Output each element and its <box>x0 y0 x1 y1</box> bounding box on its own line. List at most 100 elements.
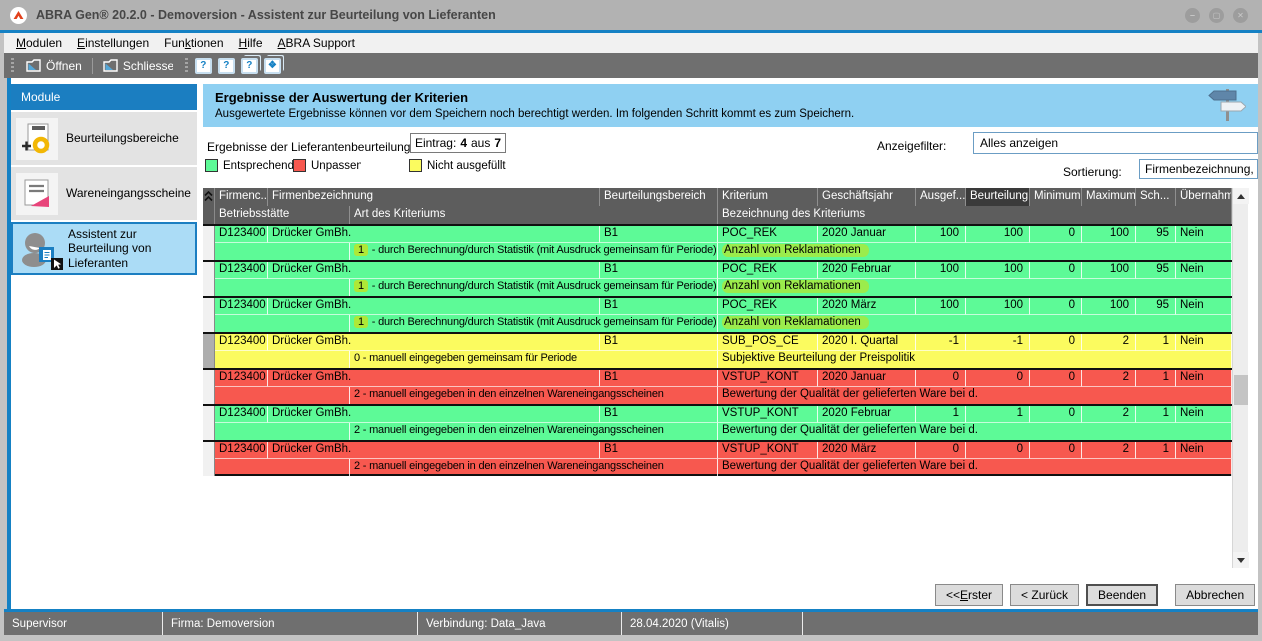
cell-art-des-kriteriums: 2 - manuell eingegeben in den einzelnen … <box>350 387 718 404</box>
abbrechen-button[interactable]: Abbrechen <box>1175 584 1255 606</box>
column-header-kriterium[interactable]: Kriterium <box>718 188 818 206</box>
column-header-ausgef[interactable]: Ausgef... <box>916 188 966 206</box>
column-header-beurteilung[interactable]: Beurteilung <box>966 188 1030 206</box>
cell-betriebsstaette <box>215 351 350 368</box>
column-header-geschäftsjahr[interactable]: Geschäftsjahr <box>818 188 916 206</box>
column-header-art-des-kriteriums[interactable]: Art des Kriteriums <box>350 206 718 224</box>
open-button-label: Öffnen <box>46 59 82 73</box>
table-row[interactable]: D123400Drücker GmBh.B1SUB_POS_CE2020 I. … <box>203 332 1248 368</box>
cell-beurteilung: 0 <box>966 370 1030 387</box>
column-header-betriebsstätte[interactable]: Betriebsstätte <box>215 206 350 224</box>
cell-maximum: 2 <box>1082 370 1136 387</box>
cell-maximum: 100 <box>1082 262 1136 279</box>
cell-betriebsstaette <box>215 243 350 260</box>
sidebar-item-assistent-zur-beurteilung-von-lieferanten[interactable]: Assistent zur Beurteilung von Lieferante… <box>11 222 197 275</box>
toolbar-drag-handle[interactable] <box>11 58 14 74</box>
help-bubble-icon[interactable]: ? <box>195 58 212 74</box>
about-pages-icon[interactable]: ❖ <box>264 58 281 74</box>
help-pages-icon[interactable]: ? <box>241 58 258 74</box>
sort-select[interactable]: Firmenbezeichnung, Ge <box>1139 159 1258 179</box>
column-header-sch[interactable]: Sch... <box>1136 188 1176 206</box>
menu-item-funktionen[interactable]: Funktionen <box>164 36 223 50</box>
maximize-icon[interactable] <box>1209 8 1224 23</box>
cell-kriterium: VSTUP_KONT <box>718 370 818 387</box>
close-module-button[interactable]: Schliessen <box>98 57 178 75</box>
column-header-firmenc[interactable]: Firmenc... <box>215 188 268 206</box>
sidebar-item-beurteilungsbereiche[interactable]: Beurteilungsbereiche <box>11 112 197 165</box>
column-header-beurteilungsbereich[interactable]: Beurteilungsbereich <box>600 188 718 206</box>
column-header-minimum[interactable]: Minimum <box>1030 188 1082 206</box>
beenden-button[interactable]: Beenden <box>1086 584 1158 606</box>
erster-button[interactable]: << Erster <box>935 584 1003 606</box>
close-icon[interactable] <box>1233 8 1248 23</box>
row-marker <box>203 442 215 476</box>
cell-firmencode: D123400 <box>215 442 268 459</box>
table-row[interactable]: D123400Drücker GmBh.B1VSTUP_KONT2020 Feb… <box>203 404 1248 440</box>
row-marker <box>203 334 215 368</box>
menu-item-modulen[interactable]: Modulen <box>16 36 62 50</box>
zurück-button[interactable]: < Zurück <box>1010 584 1079 606</box>
table-row[interactable]: D123400Drücker GmBh.B1POC_REK2020 Januar… <box>203 224 1248 260</box>
help-icon-group: ??? ❖ <box>195 58 281 74</box>
cell-beurteilungsbereich: B1 <box>600 226 718 243</box>
column-header-bezeichnung-des-kriteriums[interactable]: Bezeichnung des Kriteriums <box>718 206 1232 224</box>
menu-item-abra-support[interactable]: ABRA Support <box>278 36 355 50</box>
highlighter-annotation: 1 <box>354 316 368 328</box>
cell-schwelle: 95 <box>1136 298 1176 315</box>
cell-maximum: 100 <box>1082 226 1136 243</box>
collapse-all-icon[interactable] <box>203 188 215 224</box>
cell-ausgefuellt: 100 <box>916 262 966 279</box>
column-header-maximum[interactable]: Maximum <box>1082 188 1136 206</box>
scrollbar-thumb[interactable] <box>1234 375 1248 405</box>
menu-item-hilfe[interactable]: Hilfe <box>239 36 263 50</box>
folder-open-icon <box>26 59 41 72</box>
minimize-icon[interactable] <box>1185 8 1200 23</box>
toolbar-drag-handle[interactable] <box>185 58 188 74</box>
legend: EntsprechendUnpassendNicht ausgefüllt <box>205 158 506 173</box>
row-marker <box>203 298 215 332</box>
help-box-icon[interactable]: ? <box>218 58 235 74</box>
titlebar: ABRA Gen® 20.2.0 - Demoversion - Assiste… <box>0 0 1262 30</box>
cell-beurteilung: 100 <box>966 262 1030 279</box>
cell-uebernahme: Nein <box>1176 370 1232 387</box>
cell-betriebsstaette <box>215 459 350 476</box>
column-header-firmenbezeichnung[interactable]: Firmenbezeichnung <box>268 188 600 206</box>
sidebar-item-wareneingangsscheine[interactable]: Wareneingangsscheine <box>11 167 197 220</box>
cell-ausgefuellt: 0 <box>916 370 966 387</box>
cell-firmencode: D123400 <box>215 334 268 351</box>
table-row[interactable]: D123400Drücker GmBh.B1VSTUP_KONT2020 Mär… <box>203 440 1248 476</box>
table-row[interactable]: D123400Drücker GmBh.B1POC_REK2020 Februa… <box>203 260 1248 296</box>
cell-maximum: 100 <box>1082 298 1136 315</box>
scroll-down-icon[interactable] <box>1233 552 1249 568</box>
entry-total: 7 <box>494 136 501 150</box>
cell-art-des-kriteriums: 2 - manuell eingegeben in den einzelnen … <box>350 423 718 440</box>
legend-item-unpassend: Unpassend <box>293 159 409 172</box>
sidebar-item-label: Assistent zur Beurteilung von Lieferante… <box>68 227 190 270</box>
cell-geschaeftsjahr: 2020 März <box>818 442 916 459</box>
open-button[interactable]: Öffnen <box>21 57 87 75</box>
entry-prefix: Eintrag: <box>415 136 456 150</box>
display-filter-select[interactable]: Alles anzeigen <box>973 132 1258 154</box>
scroll-up-icon[interactable] <box>1233 188 1249 204</box>
cell-maximum: 2 <box>1082 334 1136 351</box>
cell-beurteilungsbereich: B1 <box>600 298 718 315</box>
cell-ausgefuellt: 100 <box>916 298 966 315</box>
wizard-header: Ergebnisse der Auswertung der Kriterien … <box>203 84 1258 127</box>
cell-bezeichnung-des-kriteriums: Anzahl von Reklamationen <box>718 243 1232 260</box>
cursor-arrow-icon <box>51 258 63 273</box>
abra-logo-icon <box>10 7 27 24</box>
cell-bezeichnung-des-kriteriums: Bewertung der Qualität der gelieferten W… <box>718 387 1232 404</box>
table-row[interactable]: D123400Drücker GmBh.B1POC_REK2020 März10… <box>203 296 1248 332</box>
cell-uebernahme: Nein <box>1176 298 1232 315</box>
row-marker <box>203 226 215 260</box>
menu-item-einstellungen[interactable]: Einstellungen <box>77 36 149 50</box>
cell-firmenbezeichnung: Drücker GmBh. <box>268 262 600 279</box>
cell-schwelle: 1 <box>1136 442 1176 459</box>
goods-receipt-icon <box>16 173 58 215</box>
vertical-scrollbar[interactable] <box>1232 188 1248 568</box>
cell-firmencode: D123400 <box>215 298 268 315</box>
status-segment: Firma: Demoversion <box>163 612 418 635</box>
toolbar-separator <box>92 58 93 74</box>
column-header-übernahme[interactable]: Übernahme <box>1176 188 1232 206</box>
table-row[interactable]: D123400Drücker GmBh.B1VSTUP_KONT2020 Jan… <box>203 368 1248 404</box>
